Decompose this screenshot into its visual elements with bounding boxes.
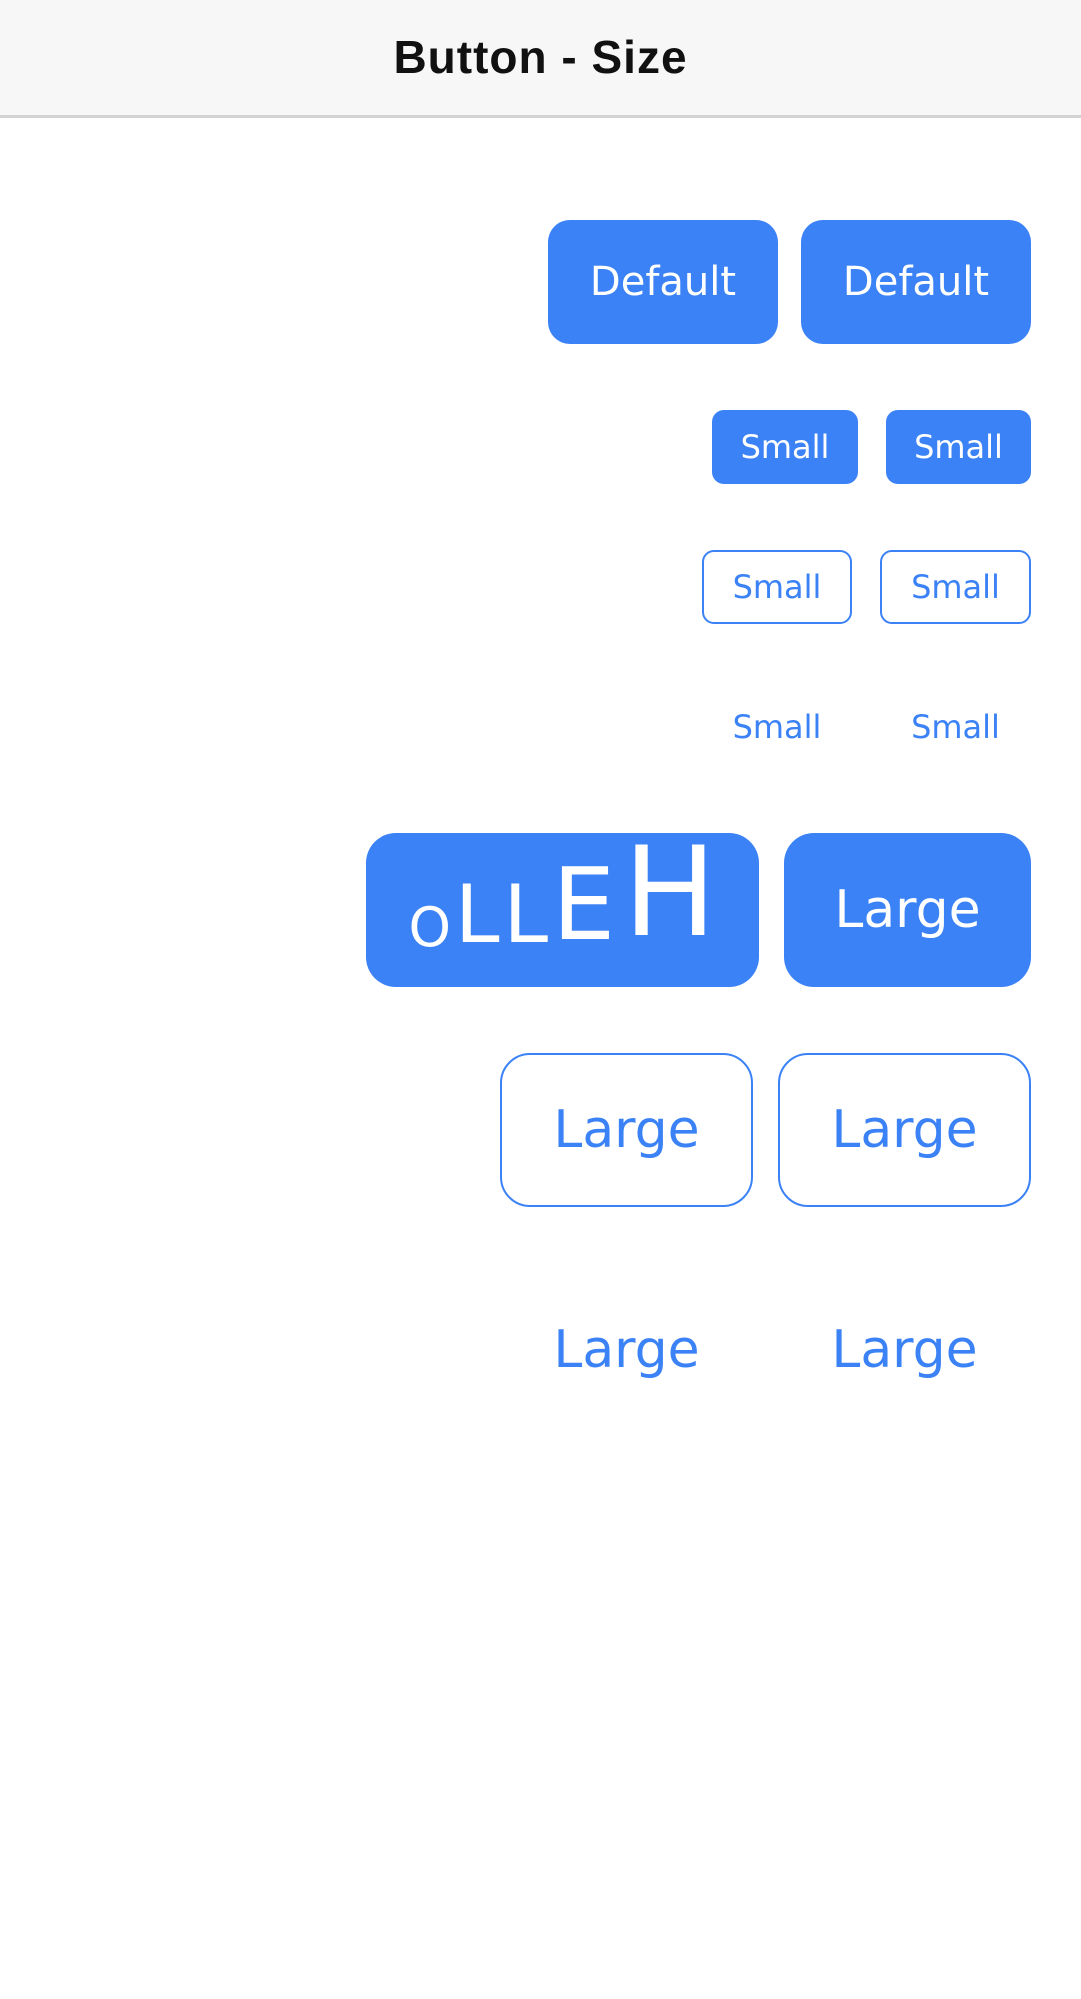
- small-text-button-2[interactable]: Small: [880, 690, 1031, 764]
- small-text-button-1[interactable]: Small: [702, 690, 852, 764]
- large-text-button-2[interactable]: Large: [778, 1273, 1031, 1427]
- large-hello-button[interactable]: O L L E H: [366, 821, 759, 987]
- small-filled-button-2[interactable]: Small: [886, 410, 1031, 484]
- hello-letter-3: L: [503, 868, 549, 961]
- hello-letter-4: E: [552, 846, 616, 963]
- large-outline-button-2[interactable]: Large: [778, 1053, 1031, 1207]
- large-filled-button[interactable]: Large: [784, 833, 1031, 987]
- hello-letter-2: L: [454, 868, 500, 961]
- page-title: Button - Size: [393, 31, 688, 83]
- default-button-1[interactable]: Default: [548, 220, 778, 344]
- hello-letter-1: O: [408, 896, 451, 959]
- hello-letter-5: H: [623, 821, 717, 965]
- default-button-2[interactable]: Default: [801, 220, 1031, 344]
- small-outline-button-1[interactable]: Small: [702, 550, 852, 624]
- large-outline-button-1[interactable]: Large: [500, 1053, 753, 1207]
- large-text-button-1[interactable]: Large: [500, 1273, 753, 1427]
- small-filled-button-1[interactable]: Small: [712, 410, 858, 484]
- navigation-bar: Button - Size: [0, 0, 1081, 118]
- small-outline-button-2[interactable]: Small: [880, 550, 1031, 624]
